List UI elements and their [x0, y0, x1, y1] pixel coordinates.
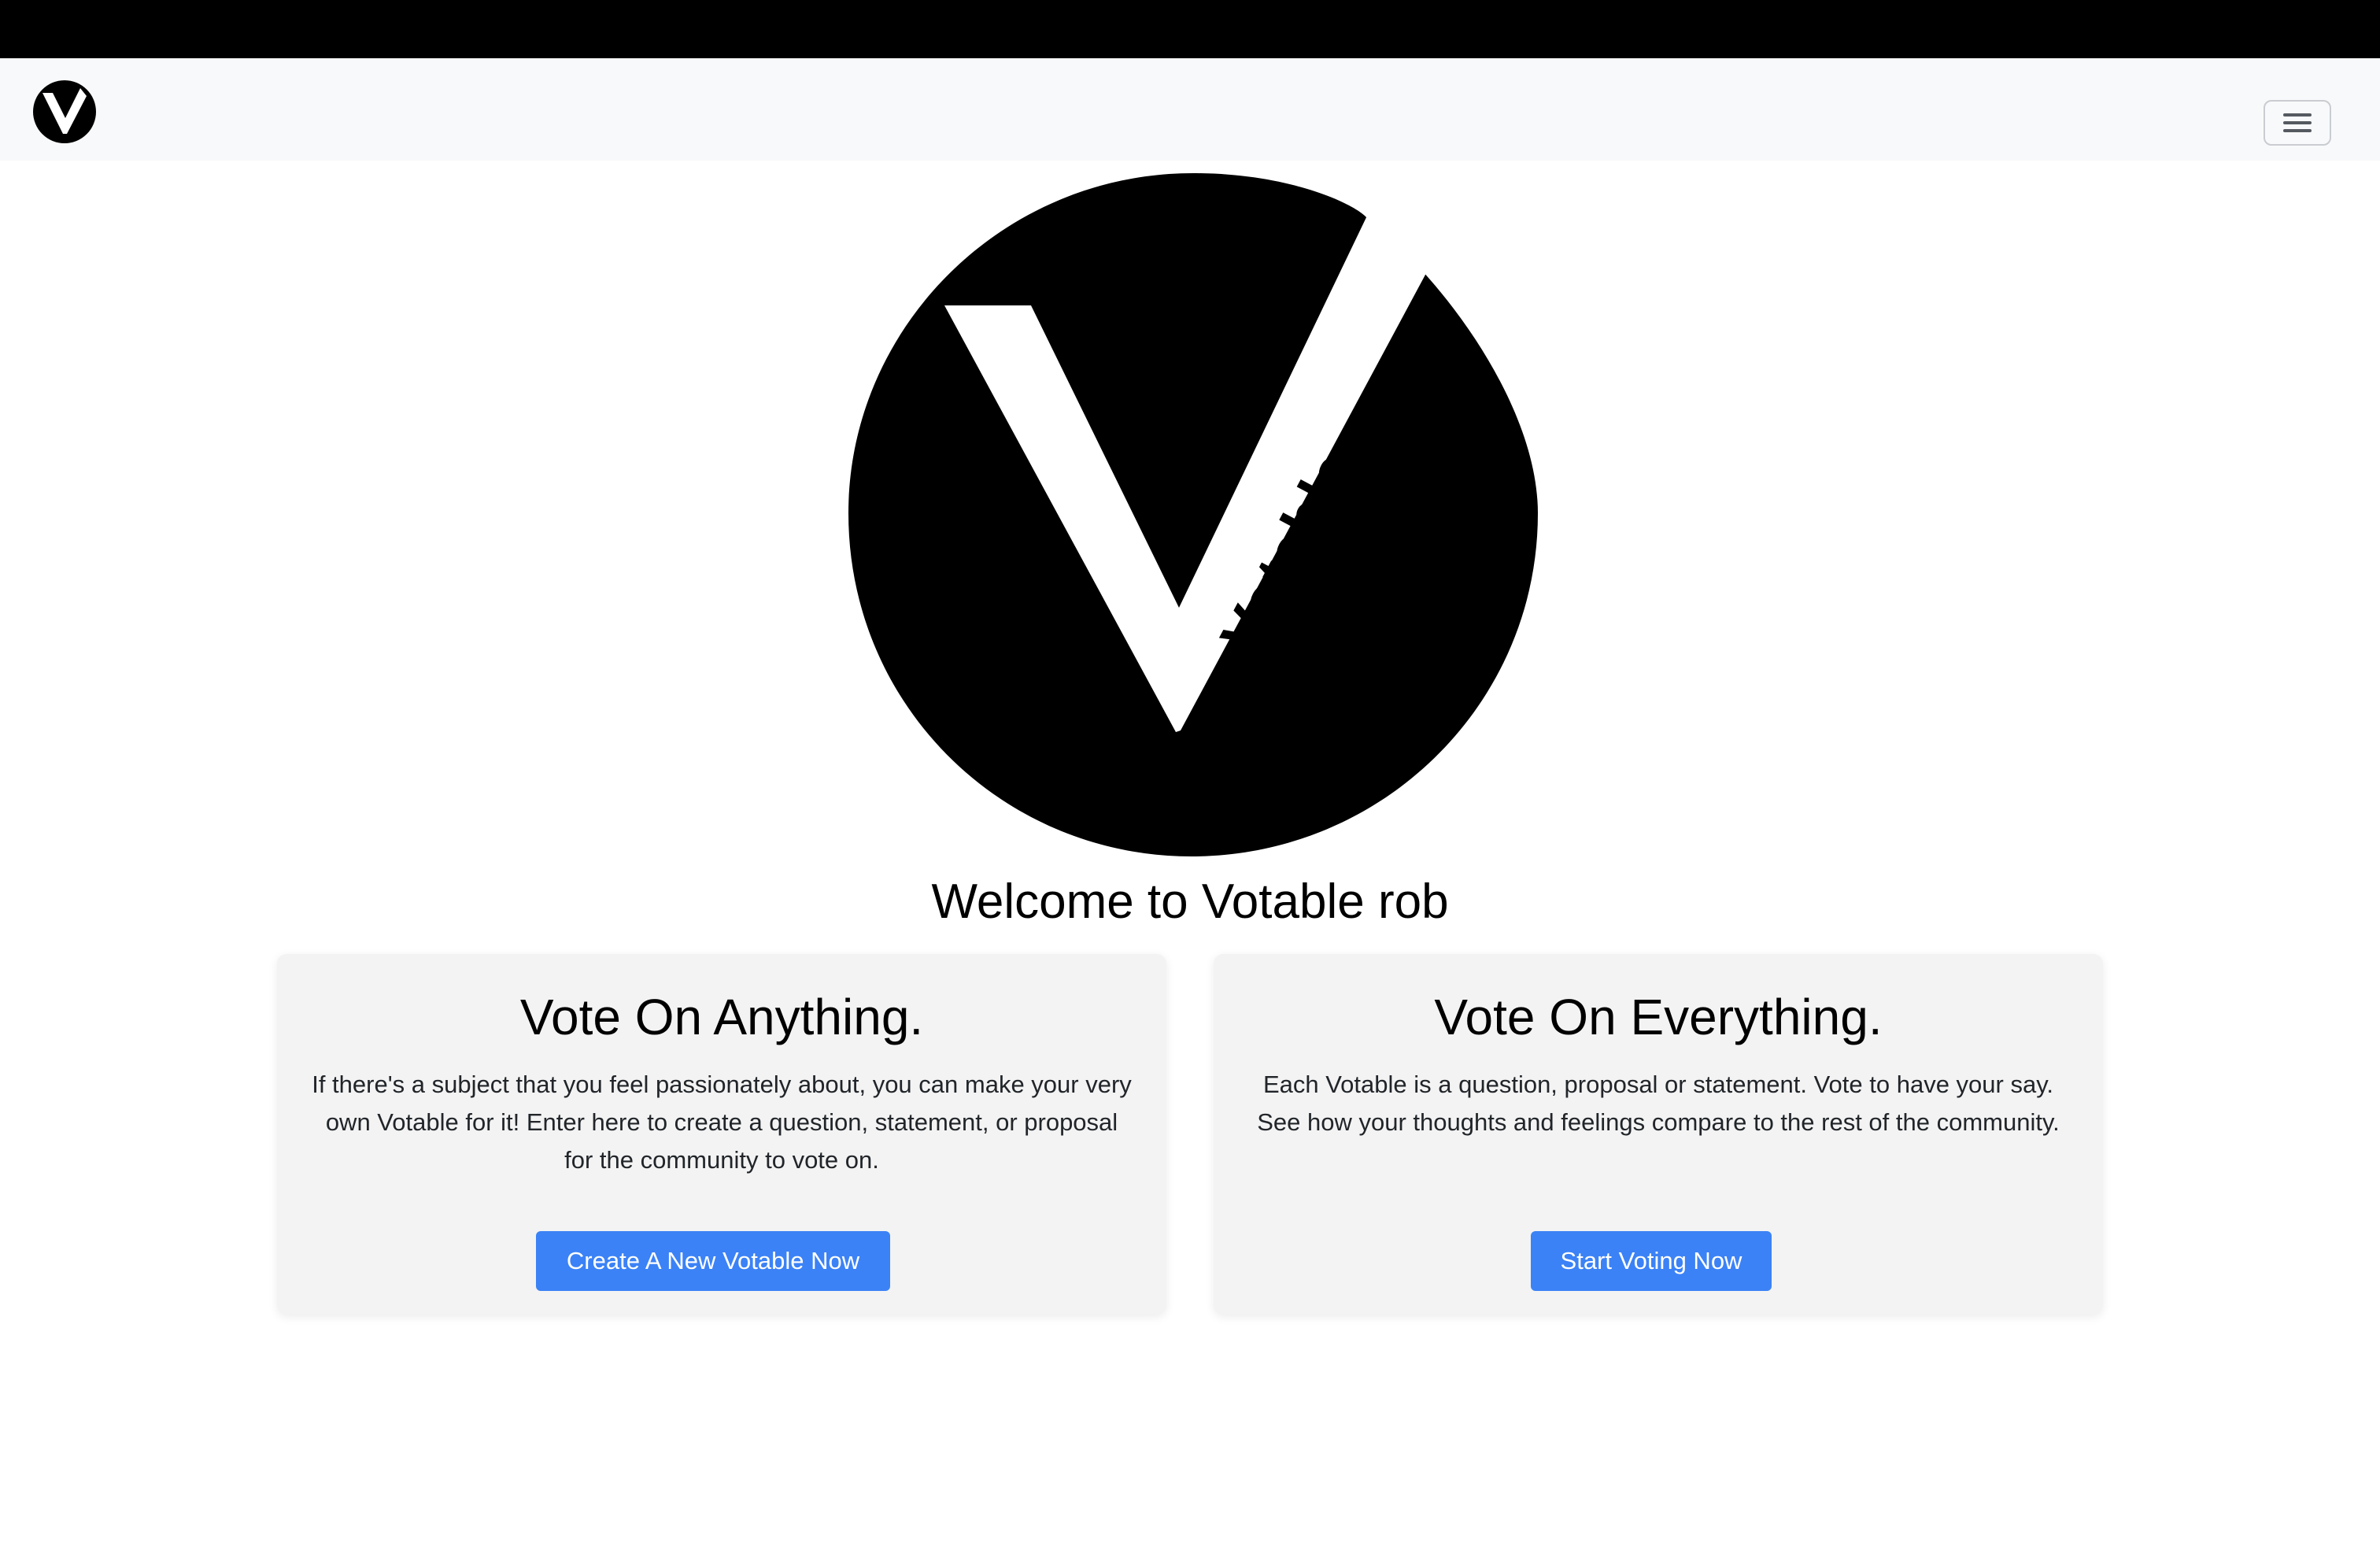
- votable-v-logo-icon[interactable]: [31, 79, 98, 145]
- start-voting-button[interactable]: Start Voting Now: [1531, 1231, 1772, 1291]
- top-black-bar: [0, 0, 2380, 58]
- votable-hero-logo: Votable: [848, 173, 1538, 856]
- navbar-toggle-button[interactable]: [2264, 100, 2331, 146]
- vote-on-everything-card: Vote On Everything. Each Votable is a qu…: [1214, 954, 2103, 1315]
- card-description: If there's a subject that you feel passi…: [312, 1071, 1132, 1174]
- card-title: Vote On Anything.: [519, 989, 924, 1045]
- welcome-heading: Welcome to Votable rob: [931, 875, 1449, 929]
- vote-on-anything-card: Vote On Anything. If there's a subject t…: [277, 954, 1166, 1315]
- create-votable-button[interactable]: Create A New Votable Now: [536, 1231, 890, 1291]
- hamburger-menu-icon: [2283, 113, 2312, 132]
- card-title: Vote On Everything.: [1434, 989, 1883, 1045]
- card-description: Each Votable is a question, proposal or …: [1257, 1071, 2060, 1136]
- navbar: [0, 58, 2380, 161]
